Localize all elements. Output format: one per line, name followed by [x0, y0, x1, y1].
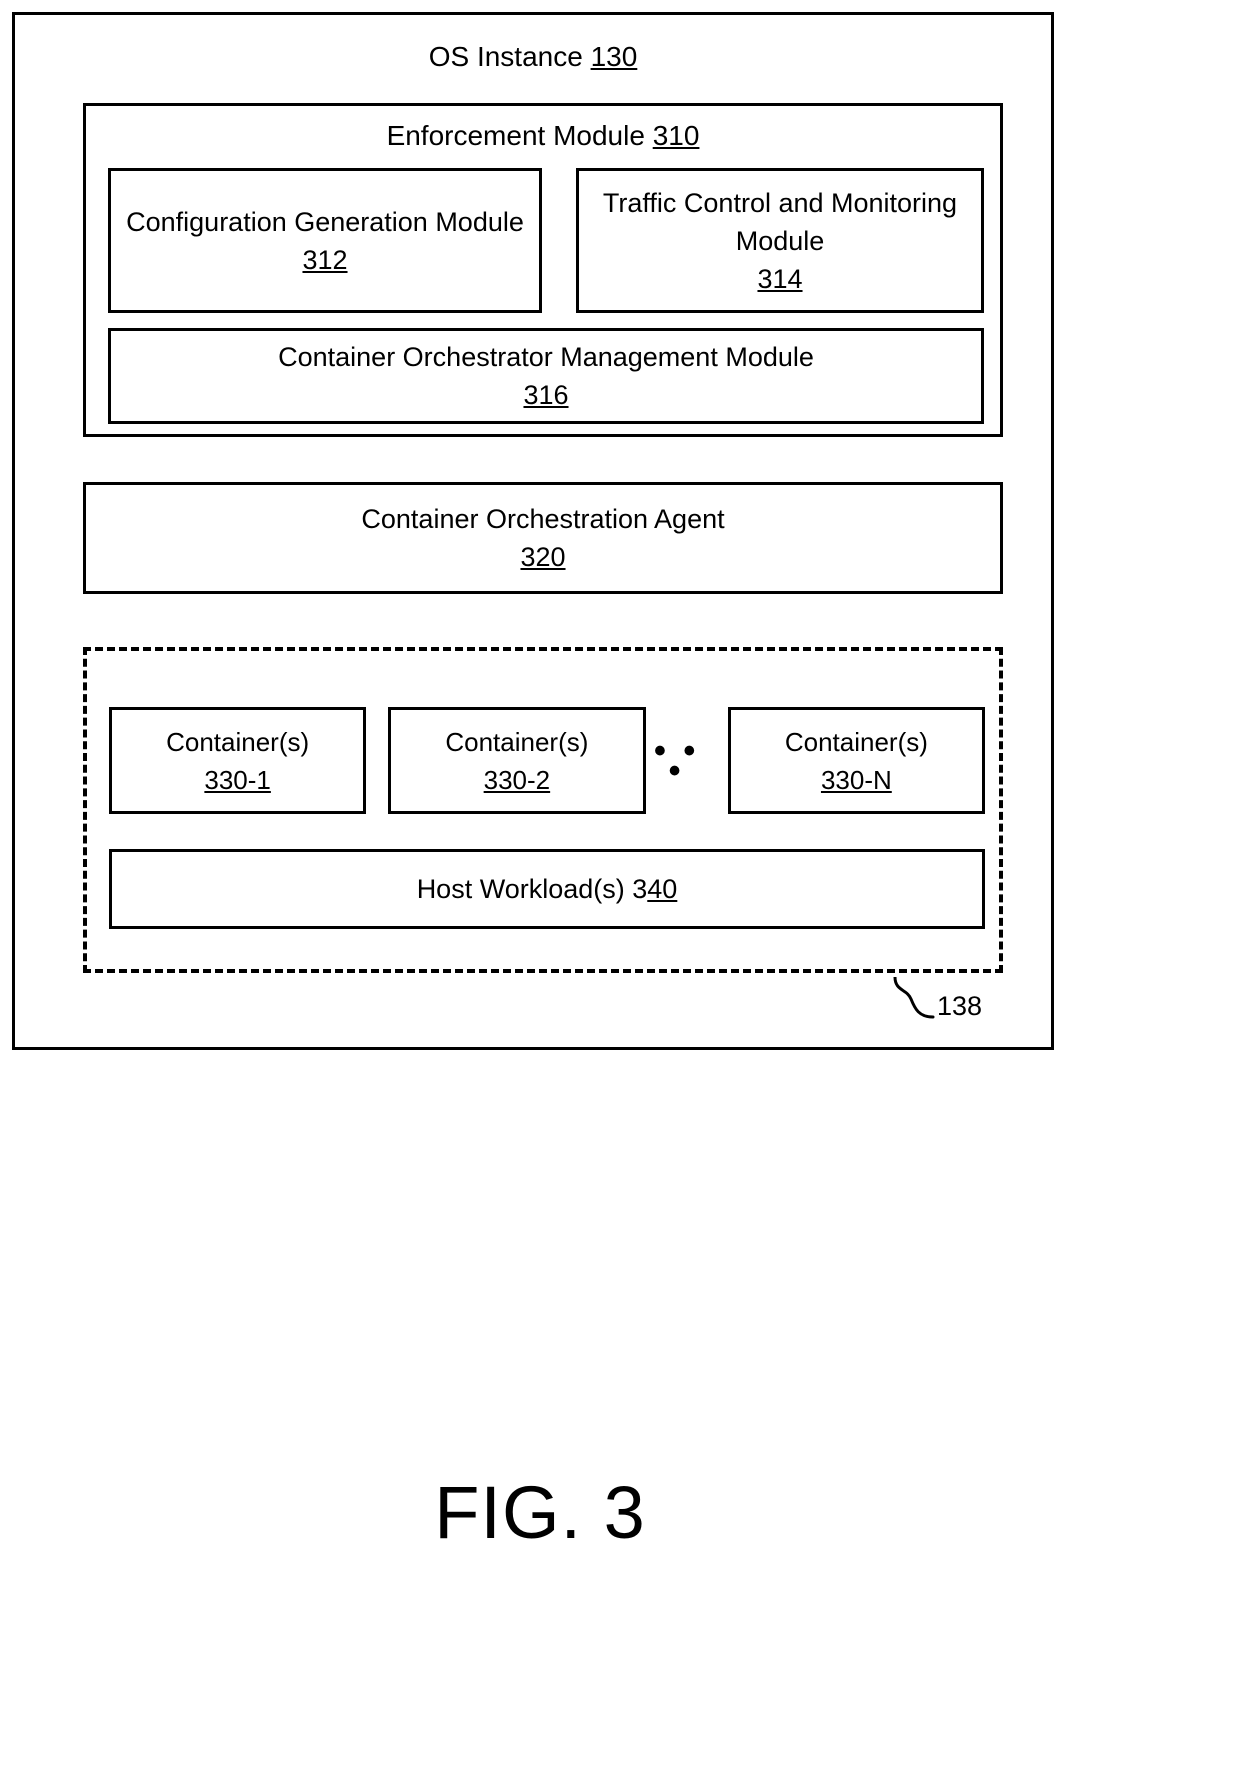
workload-dashed-region: Container(s) 330-1 Container(s) 330-2 • …: [83, 647, 1003, 973]
container-reference-numeral: 330-2: [483, 764, 551, 795]
container-orchestrator-management-module-label: Container Orchestrator Management Module: [278, 342, 814, 372]
callout-138: 138: [891, 977, 1041, 1039]
container-label: Container(s): [445, 726, 589, 757]
enforcement-submodule-row: Configuration Generation Module 312 Traf…: [108, 168, 984, 313]
enforcement-module-title: Enforcement Module 310: [387, 120, 700, 152]
enforcement-module-reference-numeral: 310: [652, 120, 700, 151]
containers-row: Container(s) 330-1 Container(s) 330-2 • …: [109, 707, 985, 814]
host-workload-label: Host Workload(s) 3: [416, 873, 648, 904]
enforcement-module-box: Enforcement Module 310 Configuration Gen…: [83, 103, 1003, 437]
container-orchestration-agent-label: Container Orchestration Agent: [361, 504, 725, 534]
host-workload-box: Host Workload(s) 3 40: [109, 849, 985, 929]
os-instance-title-text: OS Instance: [428, 41, 591, 72]
traffic-control-and-monitoring-module-reference-numeral: 314: [757, 263, 803, 294]
enforcement-module-title-text: Enforcement Module: [386, 120, 653, 151]
container-box-330-2: Container(s) 330-2: [388, 707, 646, 814]
container-box-330-1: Container(s) 330-1: [109, 707, 367, 814]
container-label: Container(s): [784, 726, 928, 757]
configuration-generation-module-label: Configuration Generation Module: [126, 206, 524, 237]
host-workload-reference-numeral: 40: [647, 873, 678, 904]
container-reference-numeral: 330-N: [820, 764, 892, 795]
os-instance-outer-box: OS Instance 130 Enforcement Module 310 C…: [12, 12, 1054, 1050]
traffic-control-and-monitoring-module-label: Traffic Control and Monitoring Module: [602, 187, 958, 256]
container-orchestrator-management-module-reference-numeral: 316: [523, 380, 569, 410]
ellipsis-icon: • • •: [654, 731, 700, 790]
container-orchestrator-management-module-box: Container Orchestrator Management Module…: [108, 328, 984, 424]
callout-label-138: 138: [937, 991, 983, 1021]
container-reference-numeral: 330-1: [204, 764, 271, 795]
container-label: Container(s): [166, 726, 310, 757]
figure-caption: FIG. 3: [434, 1471, 646, 1554]
configuration-generation-module-box: Configuration Generation Module 312: [108, 168, 542, 313]
container-box-330-n: Container(s) 330-N: [727, 707, 985, 814]
os-instance-reference-numeral: 130: [590, 41, 638, 72]
container-orchestration-agent-box: Container Orchestration Agent 320: [83, 482, 1003, 594]
container-orchestration-agent-reference-numeral: 320: [520, 542, 566, 572]
traffic-control-and-monitoring-module-box: Traffic Control and Monitoring Module 31…: [576, 168, 984, 313]
os-instance-title: OS Instance 130: [15, 41, 1051, 73]
configuration-generation-module-reference-numeral: 312: [302, 244, 348, 275]
